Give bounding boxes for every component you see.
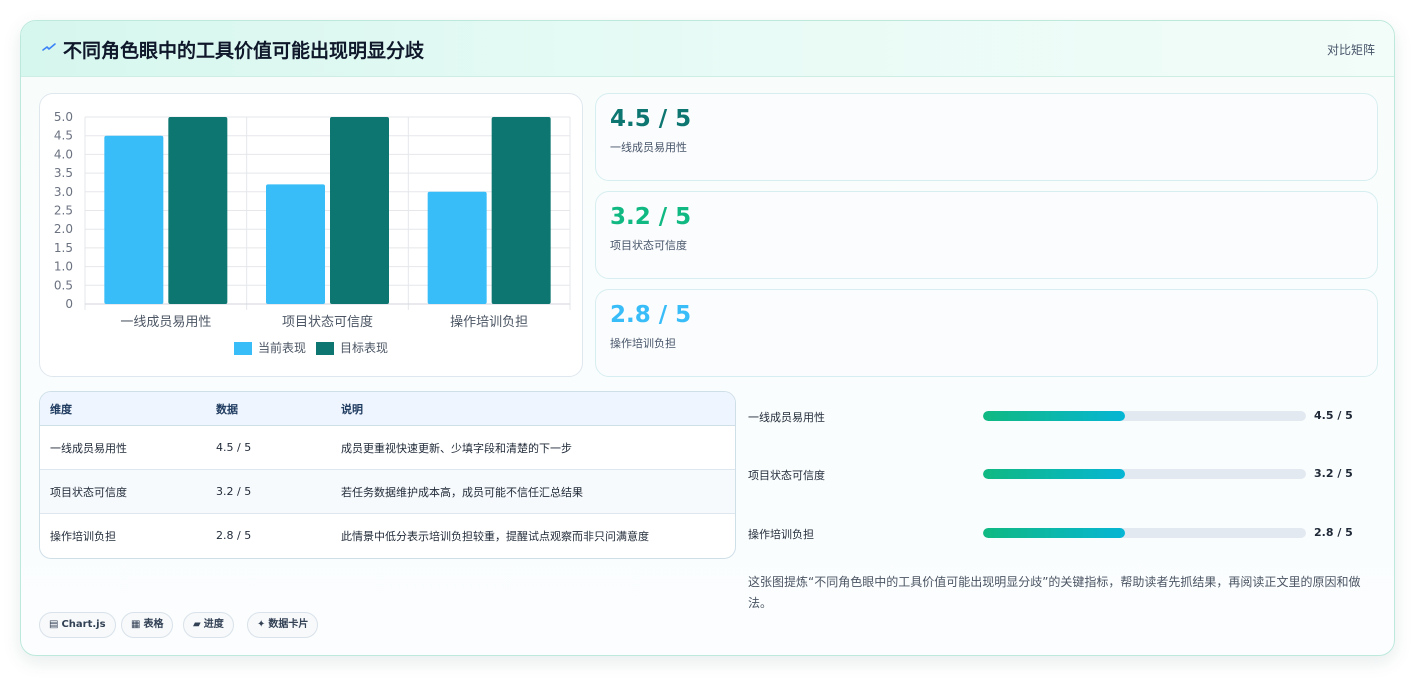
progress-track — [983, 469, 1306, 479]
stat-value: 4.5 / 5 — [610, 106, 692, 132]
stat-card-usability: 4.5 / 5 一线成员易用性 — [595, 93, 1378, 181]
progress-value: 4.5 / 5 — [1314, 409, 1353, 422]
y-tick-label: 1.0 — [54, 260, 73, 274]
lightning-icon — [42, 43, 56, 51]
tag-table[interactable]: ▦ 表格 — [121, 612, 174, 638]
sparkle-icon: ✦ — [257, 619, 266, 630]
card-header: 不同角色眼中的工具价值可能出现明显分歧 对比矩阵 — [21, 21, 1394, 77]
progress-value: 3.2 / 5 — [1314, 467, 1353, 480]
bar — [330, 117, 389, 304]
bar — [266, 184, 325, 304]
legend-swatch — [316, 342, 334, 355]
y-tick-label: 4.5 — [54, 129, 73, 143]
table-cell: 成员更重视快速更新、少填字段和清楚的下一步 — [331, 425, 735, 470]
x-tick-label: 操作培训负担 — [450, 314, 528, 330]
column-header: 数据 — [206, 392, 331, 426]
y-tick-label: 4.0 — [54, 147, 73, 161]
table-cell: 3.2 / 5 — [206, 469, 331, 514]
stat-label: 一线成员易用性 — [610, 141, 687, 154]
progress-fill — [983, 411, 1126, 421]
table-header-row: 维度 数据 说明 — [40, 392, 735, 426]
progress-fill — [983, 528, 1126, 538]
y-tick-label: 2.5 — [54, 204, 73, 218]
table-row: 操作培训负担 2.8 / 5 此情景中低分表示培训负担较重，提醒试点观察而非只问… — [40, 514, 735, 558]
stat-card-credibility: 3.2 / 5 项目状态可信度 — [595, 191, 1378, 279]
page-title: 不同角色眼中的工具价值可能出现明显分歧 — [63, 40, 425, 62]
tag-label: 表格 — [143, 619, 164, 630]
table-cell: 项目状态可信度 — [40, 469, 206, 514]
y-tick-label: 1.5 — [54, 241, 73, 255]
table-cell: 操作培训负担 — [50, 529, 116, 543]
stat-label: 操作培训负担 — [610, 337, 676, 350]
stat-value: 3.2 / 5 — [610, 204, 692, 230]
progress-row-credibility: 项目状态可信度 3.2 / 5 — [748, 465, 1368, 485]
column-header: 说明 — [331, 392, 735, 426]
chart-icon: ▤ — [49, 619, 59, 630]
x-tick-label: 一线成员易用性 — [120, 315, 211, 330]
data-table-panel: 维度 数据 说明 一线成员易用性 4.5 / 5 成员更重视快速更新、少填字段和… — [39, 391, 736, 559]
bar — [168, 117, 228, 304]
bar — [491, 117, 551, 304]
bar-chart: 0 0.5 1.0 1.5 2.0 2.5 3.0 3.5 4.0 4.5 5.0 一线成员易用性 项目… — [54, 110, 571, 355]
table-row: 项目状态可信度 3.2 / 5 若任务数据维护成本高，成员可能不信任汇总结果 — [40, 469, 735, 514]
bar — [104, 135, 164, 304]
bar-chart-panel: 0 0.5 1.0 1.5 2.0 2.5 3.0 3.5 4.0 4.5 5.0 一线成员易用性 项目… — [39, 93, 583, 377]
summary-note: 这张图提炼“不同角色眼中的工具价值可能出现明显分歧”的关键指标，帮助读者先抓结果… — [748, 575, 1361, 610]
legend-label: 目标表现 — [340, 341, 388, 355]
y-tick-label: 2.0 — [54, 222, 73, 236]
column-header: 维度 — [40, 392, 206, 426]
progress-label: 操作培训负担 — [748, 528, 814, 541]
y-tick-label: 0 — [65, 297, 73, 311]
comparison-matrix-label[interactable]: 对比矩阵 — [1327, 41, 1375, 58]
stat-card-training: 2.8 / 5 操作培训负担 — [595, 289, 1378, 377]
legend-swatch — [234, 342, 252, 355]
y-tick-label: 3.0 — [54, 185, 73, 199]
table-cell: 4.5 / 5 — [206, 425, 331, 470]
y-tick-label: 0.5 — [54, 278, 73, 292]
progress-track — [983, 528, 1306, 538]
tag-label: 数据卡片 — [268, 619, 309, 630]
legend-label: 当前表现 — [258, 340, 306, 355]
progress-value: 2.8 / 5 — [1314, 526, 1353, 539]
table-cell: 若任务数据维护成本高，成员可能不信任汇总结果 — [331, 469, 735, 514]
table-row: 一线成员易用性 4.5 / 5 成员更重视快速更新、少填字段和清楚的下一步 — [40, 425, 735, 470]
data-table: 维度 数据 说明 一线成员易用性 4.5 / 5 成员更重视快速更新、少填字段和… — [40, 392, 735, 557]
progress-label: 项目状态可信度 — [748, 469, 825, 482]
table-cell: 一线成员易用性 — [40, 425, 206, 470]
table-cell: 此情景中低分表示培训负担较重，提醒试点观察而非只问满意度 — [341, 529, 649, 543]
table-cell: 2.8 / 5 — [216, 529, 252, 542]
progress-row-usability: 一线成员易用性 4.5 / 5 — [748, 407, 1368, 427]
stat-value: 2.8 / 5 — [610, 302, 692, 328]
tag-label: 进度 — [203, 619, 224, 630]
summary-card: 不同角色眼中的工具价值可能出现明显分歧 对比矩阵 0 0.5 1.0 1.5 2.0 2.… — [20, 20, 1395, 656]
tag-progress[interactable]: ▰ 进度 — [183, 612, 234, 638]
progress-fill — [983, 469, 1126, 479]
table-icon: ▦ — [131, 619, 141, 630]
y-tick-label: 3.5 — [54, 166, 73, 180]
x-tick-label: 项目状态可信度 — [282, 314, 373, 330]
progress-label: 一线成员易用性 — [748, 411, 825, 424]
progress-row-training: 操作培训负担 2.8 / 5 — [748, 524, 1368, 544]
progress-icon: ▰ — [193, 619, 201, 630]
y-tick-label: 5.0 — [54, 110, 73, 124]
bar — [427, 191, 487, 304]
tag-data-cards[interactable]: ✦ 数据卡片 — [247, 612, 319, 638]
stat-label: 项目状态可信度 — [610, 239, 687, 252]
progress-track — [983, 411, 1306, 421]
tag-chartjs[interactable]: ▤ Chart.js — [39, 612, 116, 638]
tag-label: Chart.js — [61, 619, 106, 630]
